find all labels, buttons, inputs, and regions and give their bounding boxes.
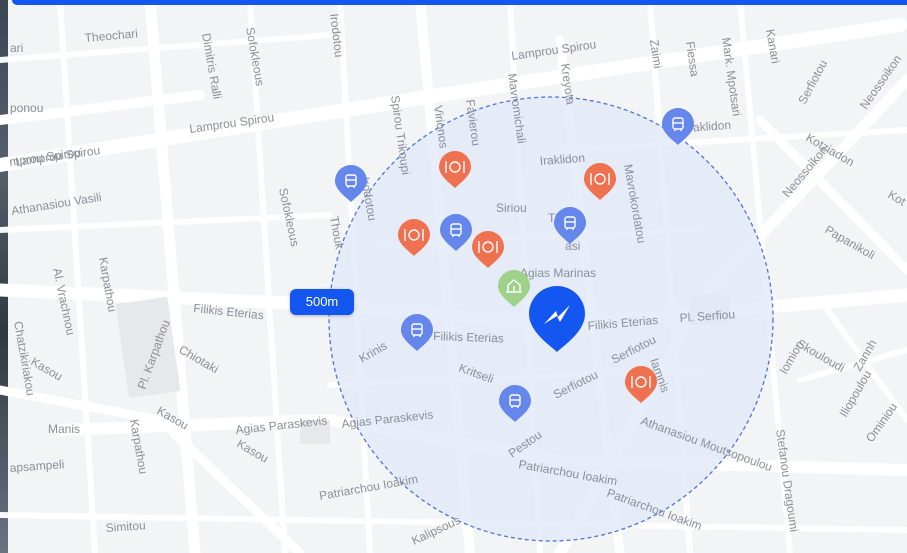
street-label: ponou (10, 101, 43, 115)
street-label: Iliopoulou (836, 368, 874, 419)
street-label: Karpathou (96, 256, 119, 313)
street-label: Serfiotou (795, 57, 830, 106)
street-label: Zannh (850, 337, 879, 373)
map-canvas[interactable]: Theochari Lamprou Spirou Lamprou Spirou Lam… (0, 0, 907, 553)
street-label: ari (10, 41, 23, 55)
street-label: Kot (886, 187, 907, 208)
street-label: apsampeli (9, 457, 65, 475)
street-label: Agias Marinas (520, 266, 596, 280)
street-label: Kasou (235, 436, 271, 465)
street-label: Kanari (763, 28, 783, 65)
radius-badge: 500m (290, 289, 354, 315)
street-label: Athanasiou Vasili (10, 190, 102, 218)
street-label: Iomion (776, 338, 806, 376)
street-label: Fiessa (683, 40, 702, 77)
street-label: Sofokleous (243, 26, 267, 87)
street-label: Ominiou (863, 400, 900, 445)
top-accent-bar (12, 0, 907, 5)
street-label: Lamprou Spirou (510, 37, 597, 63)
street-label: Simitou (105, 518, 146, 535)
street-label: Al. Vrachnou (50, 267, 78, 337)
street-label: Stefanou Dragoumi (773, 428, 801, 532)
street-label: Theochari (84, 26, 138, 45)
street-layer: TheochariLamprou SpirouLamprou SpirouLam… (0, 0, 907, 553)
street-label: Kalipsous (409, 513, 462, 548)
street-label: Skouloudi (795, 336, 848, 374)
street-label: Siriou (496, 201, 527, 215)
street-label: Manis (48, 422, 80, 436)
street-label: Filikis Eterias (433, 329, 504, 345)
street-label: Thouk (327, 215, 347, 251)
